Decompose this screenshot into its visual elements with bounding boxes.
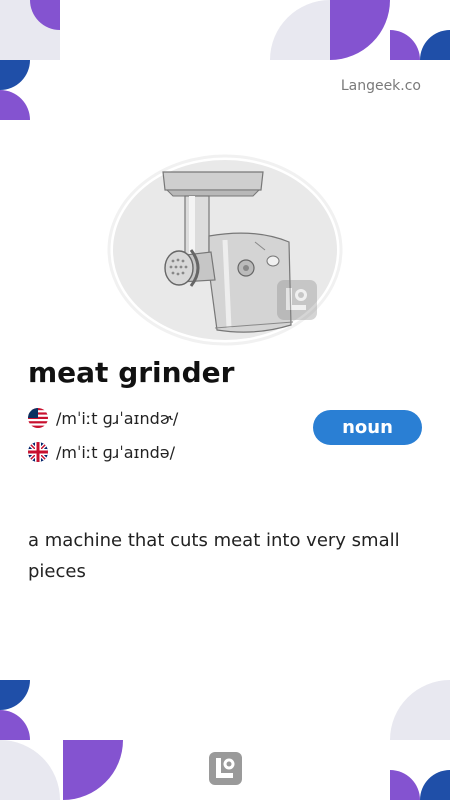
uk-flag-icon bbox=[28, 442, 48, 462]
ipa-us: /mˈiːt ɡɹˈaɪndɚ/ bbox=[56, 408, 179, 428]
pronunciation-uk-row[interactable]: /mˈiːt ɡɹˈaɪndə/ bbox=[28, 442, 175, 462]
bottom-left-decoration bbox=[0, 680, 123, 800]
bottom-right-decoration bbox=[390, 680, 450, 800]
langeek-logo-icon[interactable] bbox=[209, 752, 242, 785]
headword: meat grinder bbox=[28, 356, 235, 389]
meat-grinder-illustration bbox=[107, 154, 343, 346]
top-left-decoration bbox=[0, 0, 60, 120]
top-right-decoration bbox=[270, 0, 450, 60]
definition-text: a machine that cuts meat into very small… bbox=[28, 530, 400, 582]
us-flag-icon bbox=[28, 408, 48, 428]
ipa-uk: /mˈiːt ɡɹˈaɪndə/ bbox=[56, 442, 176, 462]
part-of-speech-badge: noun bbox=[313, 410, 422, 445]
pronunciation-us-row[interactable]: /mˈiːt ɡɹˈaɪndɚ/ bbox=[28, 408, 178, 428]
site-brand[interactable]: Langeek.co bbox=[341, 78, 421, 94]
